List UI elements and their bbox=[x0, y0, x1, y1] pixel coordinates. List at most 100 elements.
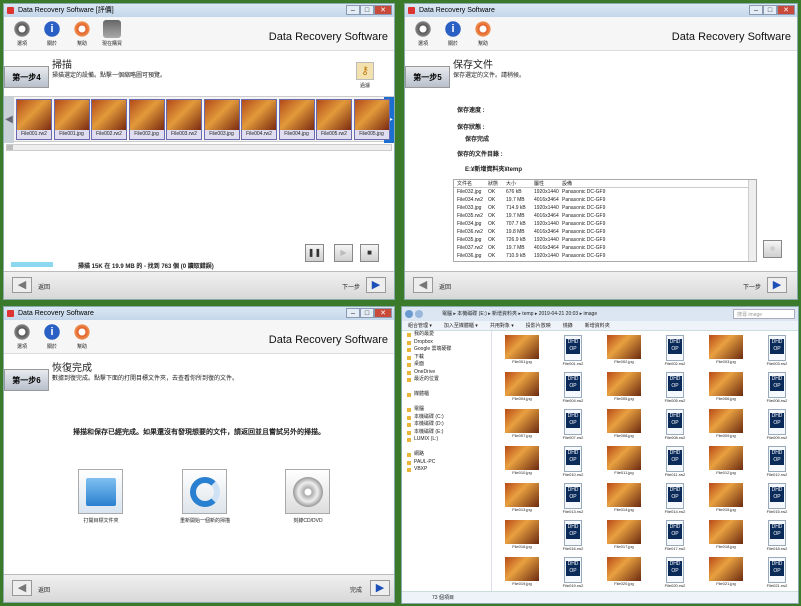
thumbnail[interactable]: File001.rw2 bbox=[16, 99, 52, 140]
file-item[interactable]: DHD OP File003.rw2 bbox=[751, 335, 798, 367]
table-row[interactable]: File035.jpg OK 726.9 kB 1920x1440 Panasonic … bbox=[454, 236, 756, 244]
file-item[interactable]: File006.jpg bbox=[700, 372, 752, 402]
file-item[interactable]: File012.jpg bbox=[700, 446, 752, 476]
nav-item[interactable]: PAUL-PC bbox=[402, 459, 491, 467]
pause-button[interactable]: ❚❚ bbox=[305, 244, 324, 262]
file-item[interactable]: DHD OP File006.rw2 bbox=[751, 372, 798, 404]
file-item[interactable]: File019.jpg bbox=[496, 557, 548, 587]
file-item[interactable]: DHD OP File004.rw2 bbox=[547, 372, 599, 404]
minimize-button[interactable]: – bbox=[346, 5, 360, 15]
nav-item[interactable]: 我的最愛 bbox=[402, 331, 491, 339]
nav-item[interactable]: Google 雲端硬碟 bbox=[402, 346, 491, 354]
options-button[interactable]: 選項 bbox=[8, 323, 36, 350]
thumbnail[interactable]: File003.rw2 bbox=[166, 99, 202, 140]
thumbnail[interactable]: File003.jpg bbox=[203, 99, 240, 140]
file-item[interactable]: File001.jpg bbox=[496, 335, 548, 365]
file-item[interactable]: DHD OP File005.rw2 bbox=[649, 372, 701, 404]
file-item[interactable]: DHD OP File021.rw2 bbox=[751, 557, 798, 589]
command-item[interactable]: 加入至媒體櫃 ▾ bbox=[438, 321, 484, 330]
help-button[interactable]: 幫助 bbox=[68, 323, 96, 350]
table-row[interactable]: File034.jpg OK 707.7 kB 1920x1440 Panasonic … bbox=[454, 220, 756, 228]
stop-button[interactable]: ■ bbox=[360, 244, 379, 262]
file-item[interactable]: File007.jpg bbox=[496, 409, 548, 439]
table-scrollbar[interactable] bbox=[748, 180, 756, 261]
file-item[interactable]: DHD OP File017.rw2 bbox=[649, 520, 701, 552]
file-item[interactable]: File005.jpg bbox=[598, 372, 650, 402]
scrollbar-thumb[interactable] bbox=[7, 145, 13, 150]
nav-item[interactable]: 桌面 bbox=[402, 361, 491, 369]
buy-now-button[interactable]: 現在購買 bbox=[98, 20, 126, 47]
file-item[interactable]: DHD OP File010.rw2 bbox=[547, 446, 599, 478]
new-scan-button[interactable] bbox=[182, 469, 227, 514]
file-item[interactable]: File009.jpg bbox=[700, 409, 752, 439]
back-button[interactable]: ◀ bbox=[413, 277, 433, 293]
play-button[interactable]: ▶ bbox=[334, 244, 353, 262]
file-item[interactable]: DHD OP File011.rw2 bbox=[649, 446, 701, 478]
burn-cd-button[interactable] bbox=[285, 469, 330, 514]
file-item[interactable]: File003.jpg bbox=[700, 335, 752, 365]
nav-item[interactable]: 電腦 bbox=[402, 406, 491, 414]
nav-item[interactable]: 下載 bbox=[402, 354, 491, 362]
table-row[interactable]: File036.jpg OK 710.9 kB 1920x1440 Panasonic … bbox=[454, 252, 756, 260]
thumbnail[interactable]: File002.jpg bbox=[128, 99, 165, 140]
close-button[interactable]: ✕ bbox=[374, 308, 392, 318]
command-item[interactable]: 投影片放映 bbox=[520, 321, 557, 330]
horizontal-scrollbar[interactable] bbox=[6, 144, 392, 151]
back-button[interactable]: ◀ bbox=[12, 580, 32, 596]
filter-button[interactable]: ⚷ 過濾 bbox=[354, 62, 376, 90]
file-item[interactable]: DHD OP File019.rw2 bbox=[547, 557, 599, 589]
table-row[interactable]: File036.rw2 OK 19.8 MB 4016x3464 Panasonic D… bbox=[454, 228, 756, 236]
nav-item[interactable]: 本機磁碟 (C:) bbox=[402, 414, 491, 422]
thumbnail[interactable]: File004.rw2 bbox=[241, 99, 277, 140]
file-item[interactable]: DHD OP File013.rw2 bbox=[547, 483, 599, 515]
nav-item[interactable]: 本機磁碟 (D:) bbox=[402, 421, 491, 429]
file-item[interactable]: DHD OP File016.rw2 bbox=[547, 520, 599, 552]
command-item[interactable]: 組合管理 ▾ bbox=[402, 321, 438, 330]
close-button[interactable]: ✕ bbox=[777, 5, 795, 15]
file-item[interactable]: DHD OP File012.rw2 bbox=[751, 446, 798, 478]
thumbnail[interactable]: File004.jpg bbox=[278, 99, 315, 140]
nav-item[interactable]: Dropbox bbox=[402, 339, 491, 347]
open-folder-button[interactable] bbox=[78, 469, 123, 514]
search-input[interactable]: 搜尋 image bbox=[733, 309, 795, 319]
table-row[interactable]: File035.rw2 OK 19.7 MB 4016x3464 Panasonic D… bbox=[454, 212, 756, 220]
about-button[interactable]: i 關於 bbox=[38, 20, 66, 47]
breadcrumb[interactable]: 電腦 ▸ 本機磁碟 (E:) ▸ 新增資料夾 ▸ temp ▸ 2019-04-… bbox=[442, 311, 597, 317]
minimize-button[interactable]: – bbox=[346, 308, 360, 318]
file-item[interactable]: File018.jpg bbox=[700, 520, 752, 550]
file-item[interactable]: File014.jpg bbox=[598, 483, 650, 513]
file-item[interactable]: File004.jpg bbox=[496, 372, 548, 402]
forward-arrow-icon[interactable] bbox=[415, 310, 423, 318]
finish-button[interactable]: ▶ bbox=[370, 580, 390, 596]
maximize-button[interactable]: □ bbox=[360, 5, 374, 15]
file-item[interactable]: DHD OP File001.rw2 bbox=[547, 335, 599, 367]
file-item[interactable]: File015.jpg bbox=[700, 483, 752, 513]
file-item[interactable]: File016.jpg bbox=[496, 520, 548, 550]
help-button[interactable]: 幫助 bbox=[469, 20, 497, 47]
command-item[interactable]: 燒錄 bbox=[557, 321, 579, 330]
file-item[interactable]: DHD OP File008.rw2 bbox=[649, 409, 701, 441]
nav-item[interactable]: 媒體櫃 bbox=[402, 391, 491, 399]
about-button[interactable]: i 關於 bbox=[439, 20, 467, 47]
back-arrow-icon[interactable] bbox=[405, 310, 413, 318]
file-item[interactable]: File013.jpg bbox=[496, 483, 548, 513]
next-button[interactable]: ▶ bbox=[767, 277, 787, 293]
file-item[interactable]: File020.jpg bbox=[598, 557, 650, 587]
command-item[interactable]: 新增資料夾 bbox=[579, 321, 616, 330]
nav-item[interactable]: 本機磁碟 (E:) bbox=[402, 429, 491, 437]
options-button[interactable]: 選項 bbox=[409, 20, 437, 47]
close-button[interactable]: ✕ bbox=[374, 5, 392, 15]
back-button[interactable]: ◀ bbox=[12, 277, 32, 293]
file-item[interactable]: File017.jpg bbox=[598, 520, 650, 550]
nav-item[interactable]: 網路 bbox=[402, 451, 491, 459]
file-item[interactable]: DHD OP File007.rw2 bbox=[547, 409, 599, 441]
file-item[interactable]: DHD OP File015.rw2 bbox=[751, 483, 798, 515]
table-row[interactable]: File032.jpg OK 676 kB 1920x1440 Panasonic DC… bbox=[454, 188, 756, 196]
scroll-left-arrow[interactable]: ◀ bbox=[4, 97, 14, 143]
command-item[interactable]: 共用對象 ▾ bbox=[484, 321, 520, 330]
minimize-button[interactable]: – bbox=[749, 5, 763, 15]
help-button[interactable]: 幫助 bbox=[68, 20, 96, 47]
file-item[interactable]: DHD OP File018.rw2 bbox=[751, 520, 798, 552]
table-row[interactable]: File034.rw2 OK 19.7 MB 4016x3464 Panasonic D… bbox=[454, 196, 756, 204]
thumbnail[interactable]: File005.rw2 bbox=[316, 99, 352, 140]
